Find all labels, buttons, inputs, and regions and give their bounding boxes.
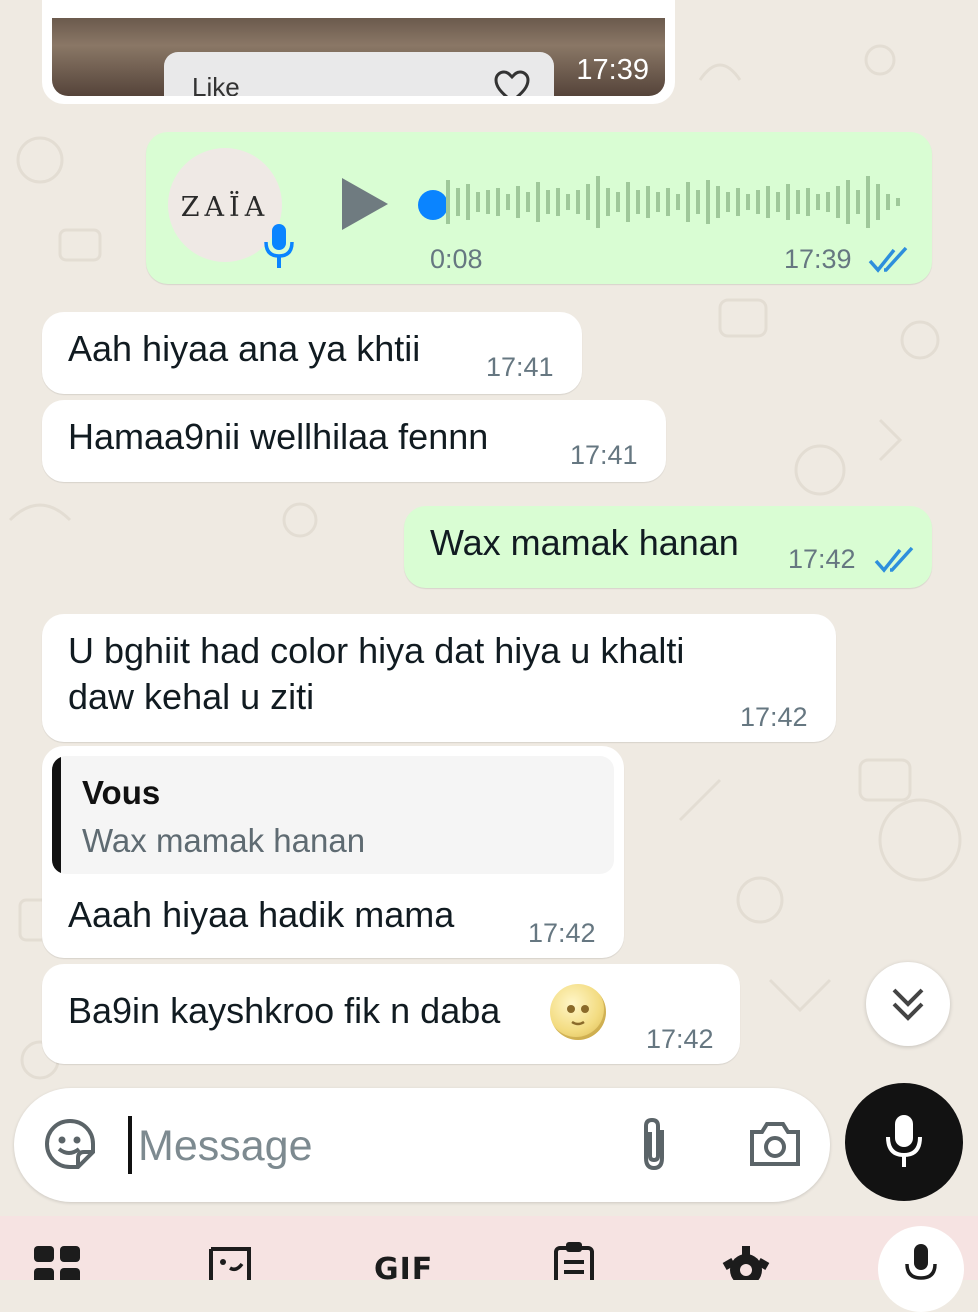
play-icon[interactable] (340, 176, 390, 232)
message-text: U bghiit had color hiya dat hiya u khalt… (68, 630, 685, 671)
text-cursor (128, 1116, 132, 1174)
message-time: 17:42 (740, 702, 808, 732)
incoming-message-bubble[interactable]: Aah hiyaa ana ya khtii 17:41 (42, 312, 582, 394)
attach-icon[interactable] (634, 1116, 674, 1174)
sticker-icon[interactable] (208, 1246, 252, 1280)
message-time: 17:41 (486, 352, 554, 382)
heart-icon (494, 70, 530, 96)
voice-duration: 0:08 (430, 244, 483, 274)
incoming-message-bubble[interactable]: Ba9in kayshkroo fik n daba 17:42 (42, 964, 740, 1064)
voice-input-button[interactable] (878, 1226, 964, 1312)
quote-author: Vous (82, 774, 161, 811)
like-label: Like (192, 72, 240, 96)
double-chevron-down-icon (892, 988, 924, 1021)
voice-record-button[interactable] (845, 1083, 963, 1201)
read-ticks-icon (874, 546, 914, 573)
message-time: 17:42 (646, 1024, 714, 1054)
message-input[interactable] (136, 1112, 610, 1180)
quote-accent-bar (52, 756, 61, 874)
message-text: daw kehal u ziti (68, 676, 315, 717)
message-text: Wax mamak hanan (430, 522, 739, 563)
message-text: Ba9in kayshkroo fik n daba (68, 990, 501, 1031)
message-time: 17:39 (784, 244, 852, 274)
gif-button[interactable]: GIF (374, 1252, 433, 1287)
clipboard-icon[interactable] (552, 1242, 596, 1280)
voice-waveform[interactable] (444, 170, 904, 234)
mic-icon (886, 1115, 922, 1167)
message-time: 17:42 (528, 918, 596, 948)
incoming-message-bubble[interactable]: Hamaa9nii wellhilaa fennn 17:41 (42, 400, 666, 482)
settings-icon[interactable] (722, 1246, 770, 1280)
sticker-icon[interactable] (44, 1118, 96, 1170)
quoted-message[interactable]: Vous Wax mamak hanan (52, 756, 614, 874)
message-time: 17:42 (788, 544, 856, 574)
message-text: Aaah hiyaa hadik mama (68, 894, 455, 935)
outgoing-message-bubble[interactable]: Wax mamak hanan 17:42 (404, 506, 932, 588)
message-composer (14, 1088, 830, 1202)
voice-input-icon (905, 1244, 937, 1280)
message-text: Aah hiyaa ana ya khtii (68, 328, 421, 369)
quote-text: Wax mamak hanan (82, 822, 366, 859)
like-overlay: Like (164, 52, 554, 96)
apps-grid-icon[interactable] (34, 1246, 82, 1280)
voice-message-bubble[interactable]: ZAÏA 0:08 17:39 (146, 132, 932, 284)
incoming-reply-message-bubble[interactable]: Vous Wax mamak hanan Aaah hiyaa hadik ma… (42, 746, 624, 958)
message-time: 17:39 (576, 54, 649, 86)
read-ticks-icon (868, 246, 908, 273)
incoming-message-bubble[interactable]: U bghiit had color hiya dat hiya u khalt… (42, 614, 836, 742)
avatar-logo-text: ZAÏA (180, 192, 270, 223)
image-message-bubble[interactable]: Like 17:39 (42, 0, 675, 104)
message-time: 17:41 (570, 440, 638, 470)
mic-icon (264, 224, 294, 268)
moon-face-emoji (550, 984, 606, 1040)
message-text: Hamaa9nii wellhilaa fennn (68, 416, 489, 457)
camera-icon[interactable] (748, 1120, 802, 1168)
scroll-to-bottom-button[interactable] (866, 962, 950, 1046)
image-thumbnail[interactable]: Like 17:39 (52, 18, 665, 96)
keyboard-toolbar: GIF (0, 1216, 978, 1312)
